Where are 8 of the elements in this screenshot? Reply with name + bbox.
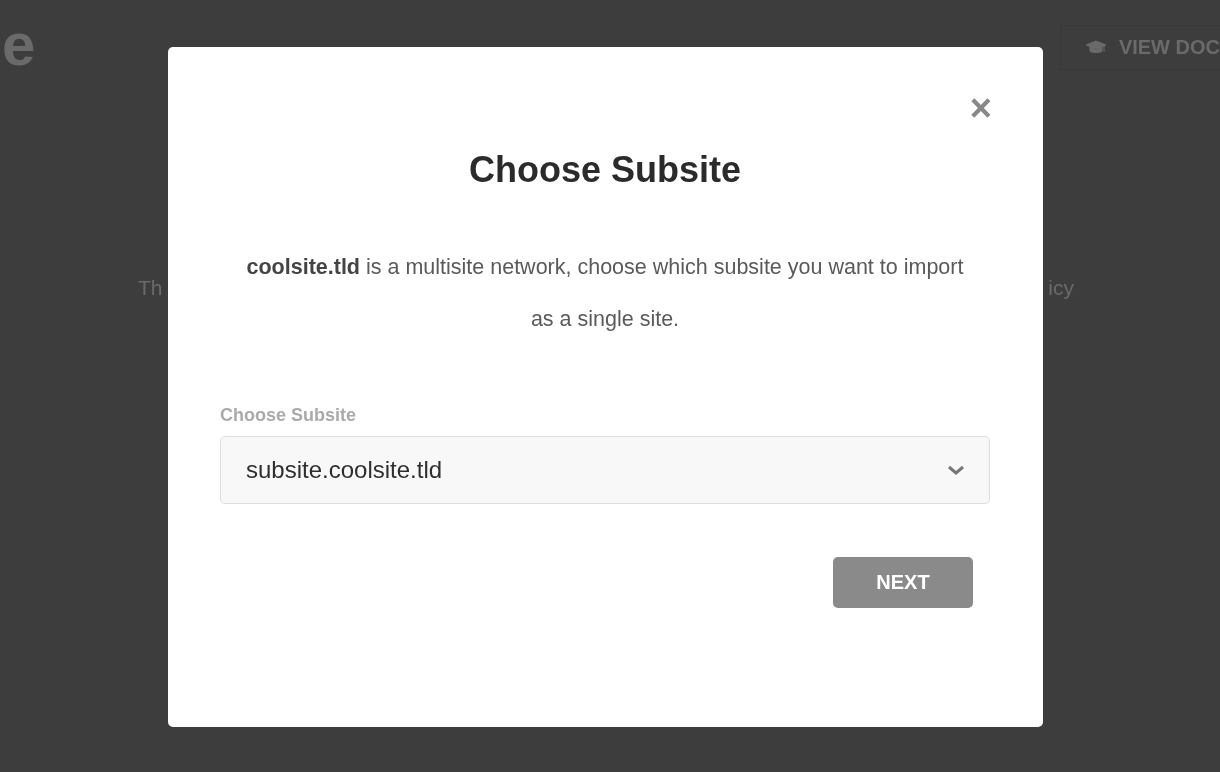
graduation-cap-icon <box>1084 39 1107 56</box>
chevron-down-icon <box>947 464 965 476</box>
close-button[interactable]: × <box>969 95 992 121</box>
dialog-message: coolsite.tld is a multisite network, choose which subsite you want to import as a single site. <box>245 254 965 333</box>
next-button[interactable]: NEXT <box>833 557 973 608</box>
field-label: Choose Subsite <box>220 405 358 426</box>
subsite-dropdown[interactable]: subsite.coolsite.tld <box>220 436 990 504</box>
dialog-title: Choose Subsite <box>467 149 742 191</box>
